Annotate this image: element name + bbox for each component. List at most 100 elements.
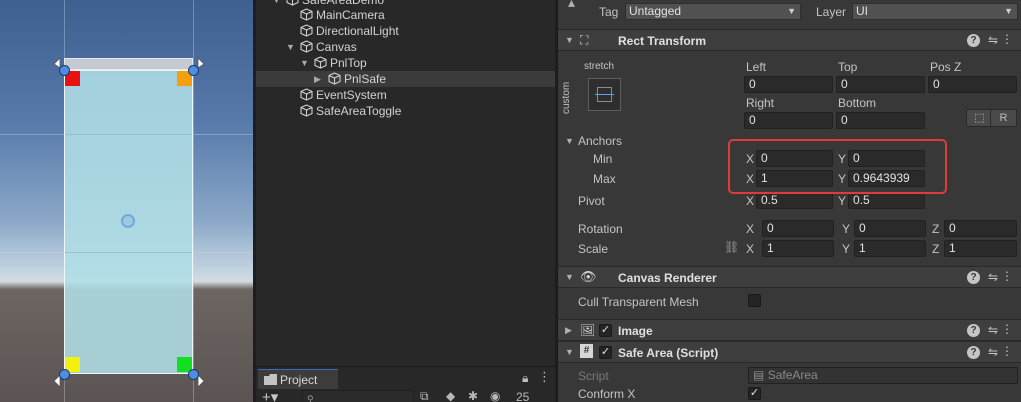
help-icon[interactable]: ? [967,271,980,284]
rotation-y-field[interactable]: 0 [854,220,926,237]
anchor-preset-stretch-line [595,94,614,95]
tag-value: Untagged [629,4,682,18]
blueprint-mode-button[interactable]: ⬚ [966,109,993,127]
rect-transform-icon: ⛶ [580,33,589,47]
rotation-x-field[interactable]: 0 [762,220,834,237]
layer-value: UI [856,4,868,18]
constrain-proportions-icon[interactable]: ⛓ [724,240,739,254]
presets-icon[interactable]: ⇋ [988,345,998,359]
pivot-y-field[interactable]: 0.5 [848,192,925,209]
rect-transform-header[interactable]: ▼ ⛶ Rect Transform ? ⇋ ⋮ [558,29,1021,51]
rotation-z-field[interactable]: 0 [944,220,1017,237]
top-field[interactable]: 0 [836,76,925,93]
max-label: Max [593,172,616,186]
help-icon[interactable]: ? [967,324,980,337]
rotation-z-axis-label: Z [932,222,940,236]
hierarchy-item-label: PnlSafe [344,72,387,86]
tag-dropdown[interactable]: Untagged ▼ [625,3,801,20]
rect-handle-top-left[interactable] [59,65,70,76]
hierarchy-item[interactable]: DirectionalLight [256,23,555,39]
hierarchy-item[interactable]: ▶ PnlSafe [256,71,555,87]
filter-type-icon[interactable]: ⧉ [420,389,429,402]
pivot-x-field[interactable]: 0.5 [756,192,833,209]
pivot-label: Pivot [578,194,605,208]
bottom-label: Bottom [838,96,877,110]
scale-x-field[interactable]: 1 [762,240,834,257]
hidden-packages-icon[interactable]: ◉ [490,389,500,402]
layer-dropdown[interactable]: UI ▼ [852,3,1018,20]
cull-transparent-mesh-checkbox[interactable] [748,294,761,307]
presets-icon[interactable]: ⇋ [988,270,998,284]
left-field[interactable]: 0 [744,76,833,93]
rotation-label: Rotation [578,222,623,236]
expand-arrow-icon[interactable]: ▼ [300,55,310,71]
image-enabled-checkbox[interactable]: ✓ [599,324,612,337]
scene-view[interactable] [0,0,253,402]
canvas-renderer-header[interactable]: ▼ 👁︎ Canvas Renderer ? ⇋ ⋮ [558,266,1021,288]
anchors-label: Anchors [578,134,623,148]
rect-handle-top-right[interactable] [188,65,199,76]
hierarchy-item-label: PnlTop [330,56,367,70]
presets-icon[interactable]: ⇋ [988,33,998,47]
presets-icon[interactable]: ⇋ [988,323,998,337]
gameobject-cube-icon [314,56,327,69]
foldout-arrow-icon[interactable]: ▼ [565,35,574,45]
image-header[interactable]: ▶ 🖼︎ ✓ Image ? ⇋ ⋮ [558,319,1021,341]
posz-field[interactable]: 0 [928,76,1017,93]
raw-edit-button[interactable]: R [990,109,1017,127]
anchors-foldout-icon[interactable]: ▼ [565,136,574,146]
conform-x-checkbox[interactable]: ✓ [748,387,761,400]
help-icon[interactable]: ? [967,346,980,359]
gameobject-cube-icon [300,40,313,53]
hierarchy-item[interactable]: SafeAreaToggle [256,103,555,119]
filter-label-icon[interactable]: ◆ [446,389,455,402]
custom-label: custom [561,81,572,114]
bottom-field[interactable]: 0 [836,112,925,129]
left-label: Left [746,60,767,74]
expand-arrow-icon[interactable]: ▼ [286,39,296,55]
hidden-count: 25 [516,390,530,402]
cull-transparent-mesh-label: Cull Transparent Mesh [578,295,699,309]
pivot-handle[interactable] [121,214,135,228]
project-panel: Project 🔒︎ ⋮ +▾ ⚲ ⧉ ◆ ✱ ◉ 25 [256,366,555,402]
hierarchy-item[interactable]: MainCamera [256,7,555,23]
scale-z-field[interactable]: 1 [944,240,1017,257]
component-menu-icon[interactable]: ⋮ [1001,32,1013,46]
right-field[interactable]: 0 [744,112,833,129]
safe-area-enabled-checkbox[interactable]: ✓ [599,346,612,359]
foldout-arrow-icon[interactable]: ▼ [565,347,574,357]
hierarchy-item[interactable]: ▼ Canvas [256,39,555,55]
hierarchy-item[interactable]: ▼ PnlTop [256,55,555,71]
hierarchy-item-label: DirectionalLight [316,24,399,38]
panel-guide-line [65,134,192,135]
lock-icon[interactable]: 🔒︎ [522,371,528,386]
min-label: Min [593,152,613,166]
foldout-arrow-icon[interactable]: ▼ [565,272,574,282]
add-asset-icon[interactable]: +▾ [262,388,278,402]
script-label: Script [578,369,609,383]
anchor-presets-button[interactable] [588,78,621,111]
rect-handle-bottom-left[interactable] [59,369,70,380]
help-icon[interactable]: ? [967,34,980,47]
scale-x-axis-label: X [746,242,755,256]
scale-y-field[interactable]: 1 [854,240,926,257]
favorite-icon[interactable]: ✱ [468,389,478,402]
pivot-x-axis-label: X [746,194,755,208]
component-menu-icon[interactable]: ⋮ [1001,322,1013,336]
tab-project[interactable]: Project [258,369,338,389]
hierarchy-item[interactable]: EventSystem [256,87,555,103]
more-menu-icon[interactable]: ⋮ [538,369,551,385]
image-icon: 🖼︎ [580,323,596,337]
gameobject-cube-icon [328,72,341,85]
foldout-collapsed-icon[interactable]: ▶ [565,325,572,336]
tag-label: Tag [599,5,619,19]
component-menu-icon[interactable]: ⋮ [1001,269,1013,283]
project-search-input[interactable]: ⚲ [302,390,414,402]
rect-handle-bottom-right[interactable] [188,369,199,380]
safe-area-header[interactable]: ▼ # ✓ Safe Area (Script) ? ⇋ ⋮ [558,341,1021,363]
anchors-highlight-annotation [728,139,947,194]
collapse-arrow-icon[interactable]: ▶ [314,71,324,87]
component-menu-icon[interactable]: ⋮ [1001,344,1013,358]
gameobject-icon: ▴ [568,0,576,10]
stretch-label: stretch [584,61,615,72]
